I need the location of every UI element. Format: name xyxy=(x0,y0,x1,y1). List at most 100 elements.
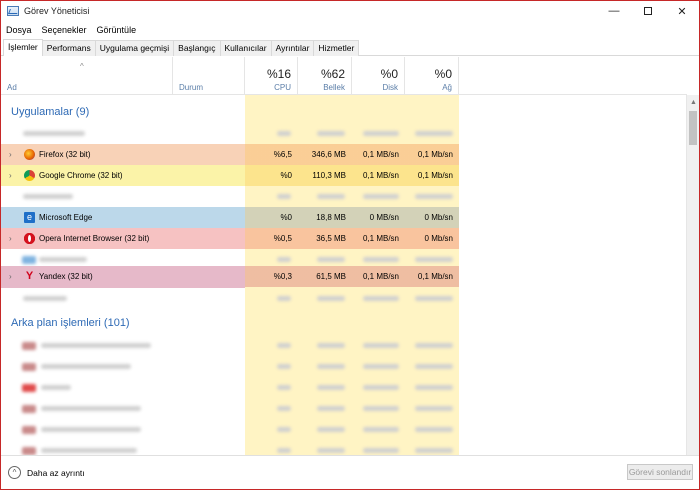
disk-value: 0,1 MB/sn xyxy=(352,266,405,287)
fewer-details-link[interactable]: Daha az ayrıntı xyxy=(27,468,85,478)
blurred-row[interactable] xyxy=(1,288,459,309)
chevron-up-icon[interactable]: ^ xyxy=(8,466,21,479)
tab-startup[interactable]: Başlangıç xyxy=(173,40,221,56)
column-status-label: Durum xyxy=(179,83,204,92)
window-title: Görev Yöneticisi xyxy=(24,6,90,16)
column-status[interactable]: Durum xyxy=(173,57,245,95)
memory-total: %62 xyxy=(320,67,345,81)
network-value: 0 Mb/sn xyxy=(405,228,459,249)
blurred-icon xyxy=(22,384,36,392)
blurred-row[interactable] xyxy=(1,419,459,440)
process-row-firefox[interactable]: › Firefox (32 bit) %6,5 346,6 MB 0,1 MB/… xyxy=(1,144,459,165)
blurred-text xyxy=(415,194,453,199)
blurred-icon xyxy=(22,363,36,371)
blurred-row[interactable] xyxy=(1,440,459,455)
column-network[interactable]: %0 Ağ xyxy=(405,57,459,95)
blurred-row[interactable] xyxy=(1,398,459,419)
blurred-text xyxy=(317,257,345,262)
column-disk[interactable]: %0 Disk xyxy=(352,57,405,95)
blurred-text xyxy=(363,448,399,453)
blurred-row[interactable] xyxy=(1,186,459,207)
task-manager-icon xyxy=(7,6,19,16)
blurred-text xyxy=(23,131,85,136)
cpu-total: %16 xyxy=(266,67,291,81)
blurred-text xyxy=(317,194,345,199)
disk-value: 0,1 MB/sn xyxy=(352,165,405,186)
blurred-text xyxy=(363,406,399,411)
process-row-opera[interactable]: › Opera Internet Browser (32 bit) %0,5 3… xyxy=(1,228,459,249)
blurred-text xyxy=(363,194,399,199)
blurred-text xyxy=(415,406,453,411)
close-button[interactable]: ✕ xyxy=(665,1,699,21)
tab-processes[interactable]: İşlemler xyxy=(3,39,43,56)
process-row-edge[interactable]: e Microsoft Edge %0 18,8 MB 0 MB/sn 0 Mb… xyxy=(1,207,459,228)
blurred-row[interactable] xyxy=(1,377,459,398)
blurred-text xyxy=(415,257,453,262)
cpu-value: %0,3 xyxy=(245,266,298,287)
column-name[interactable]: Ad xyxy=(1,57,173,95)
scroll-up-icon[interactable]: ▲ xyxy=(690,99,697,106)
network-value: 0 Mb/sn xyxy=(405,207,459,228)
menu-view[interactable]: Görüntüle xyxy=(92,23,142,37)
memory-value: 346,6 MB xyxy=(298,144,352,165)
tab-services[interactable]: Hizmetler xyxy=(313,40,360,56)
tab-users[interactable]: Kullanıcılar xyxy=(219,40,272,56)
blurred-text xyxy=(317,427,345,432)
network-total: %0 xyxy=(434,67,452,81)
column-name-label: Ad xyxy=(7,83,17,92)
blurred-text xyxy=(363,427,399,432)
scroll-thumb[interactable] xyxy=(689,111,697,145)
memory-value: 61,5 MB xyxy=(298,266,352,287)
column-cpu-label: CPU xyxy=(274,83,291,92)
blurred-row[interactable] xyxy=(1,356,459,377)
maximize-icon xyxy=(644,7,652,15)
end-task-button[interactable]: Görevi sonlandır xyxy=(627,464,693,480)
network-value: 0,1 Mb/sn xyxy=(405,165,459,186)
column-memory[interactable]: %62 Bellek xyxy=(298,57,352,95)
blurred-text xyxy=(41,448,137,453)
blurred-icon xyxy=(22,405,36,413)
tab-performance[interactable]: Performans xyxy=(41,40,96,56)
blurred-icon xyxy=(22,256,36,264)
expand-chevron-icon[interactable]: › xyxy=(9,228,12,249)
blurred-text xyxy=(277,385,291,390)
blurred-text xyxy=(363,257,399,262)
disk-value: 0 MB/sn xyxy=(352,207,405,228)
process-row-chrome[interactable]: › Google Chrome (32 bit) %0 110,3 MB 0,1… xyxy=(1,165,459,186)
tab-app-history[interactable]: Uygulama geçmişi xyxy=(94,40,175,56)
menu-file[interactable]: Dosya xyxy=(1,23,37,37)
blurred-text xyxy=(317,406,345,411)
blurred-text xyxy=(277,194,291,199)
blurred-text xyxy=(415,343,453,348)
minimize-button[interactable]: — xyxy=(597,1,631,21)
expand-chevron-icon[interactable]: › xyxy=(9,266,12,287)
disk-value: 0,1 MB/sn xyxy=(352,144,405,165)
column-cpu[interactable]: %16 CPU xyxy=(245,57,298,95)
blurred-row[interactable] xyxy=(1,335,459,356)
blurred-text xyxy=(317,131,345,136)
process-name: Firefox (32 bit) xyxy=(39,150,91,159)
blurred-text xyxy=(277,131,291,136)
window-controls: — ✕ xyxy=(597,1,699,21)
blurred-icon xyxy=(22,426,36,434)
row-name-background xyxy=(1,165,245,186)
vertical-scrollbar[interactable]: ▲ xyxy=(686,95,699,455)
blurred-text xyxy=(317,385,345,390)
tab-bar: İşlemler Performans Uygulama geçmişi Baş… xyxy=(1,39,699,56)
blurred-row[interactable] xyxy=(1,123,459,144)
tab-details[interactable]: Ayrıntılar xyxy=(270,40,315,56)
expand-chevron-icon[interactable]: › xyxy=(9,165,12,186)
network-value: 0,1 Mb/sn xyxy=(405,144,459,165)
maximize-button[interactable] xyxy=(631,1,665,21)
blurred-text xyxy=(23,194,73,199)
blurred-text xyxy=(415,385,453,390)
menu-options[interactable]: Seçenekler xyxy=(37,23,92,37)
expand-chevron-icon[interactable]: › xyxy=(9,144,12,165)
edge-icon: e xyxy=(24,212,35,223)
process-row-yandex[interactable]: › Y Yandex (32 bit) %0,3 61,5 MB 0,1 MB/… xyxy=(1,266,459,288)
network-value: 0,1 Mb/sn xyxy=(405,266,459,287)
table-header: ^ Ad Durum %16 CPU %62 Bellek %0 Disk %0… xyxy=(1,57,687,95)
blurred-text xyxy=(277,257,291,262)
blurred-text xyxy=(41,385,71,390)
blurred-text xyxy=(277,343,291,348)
